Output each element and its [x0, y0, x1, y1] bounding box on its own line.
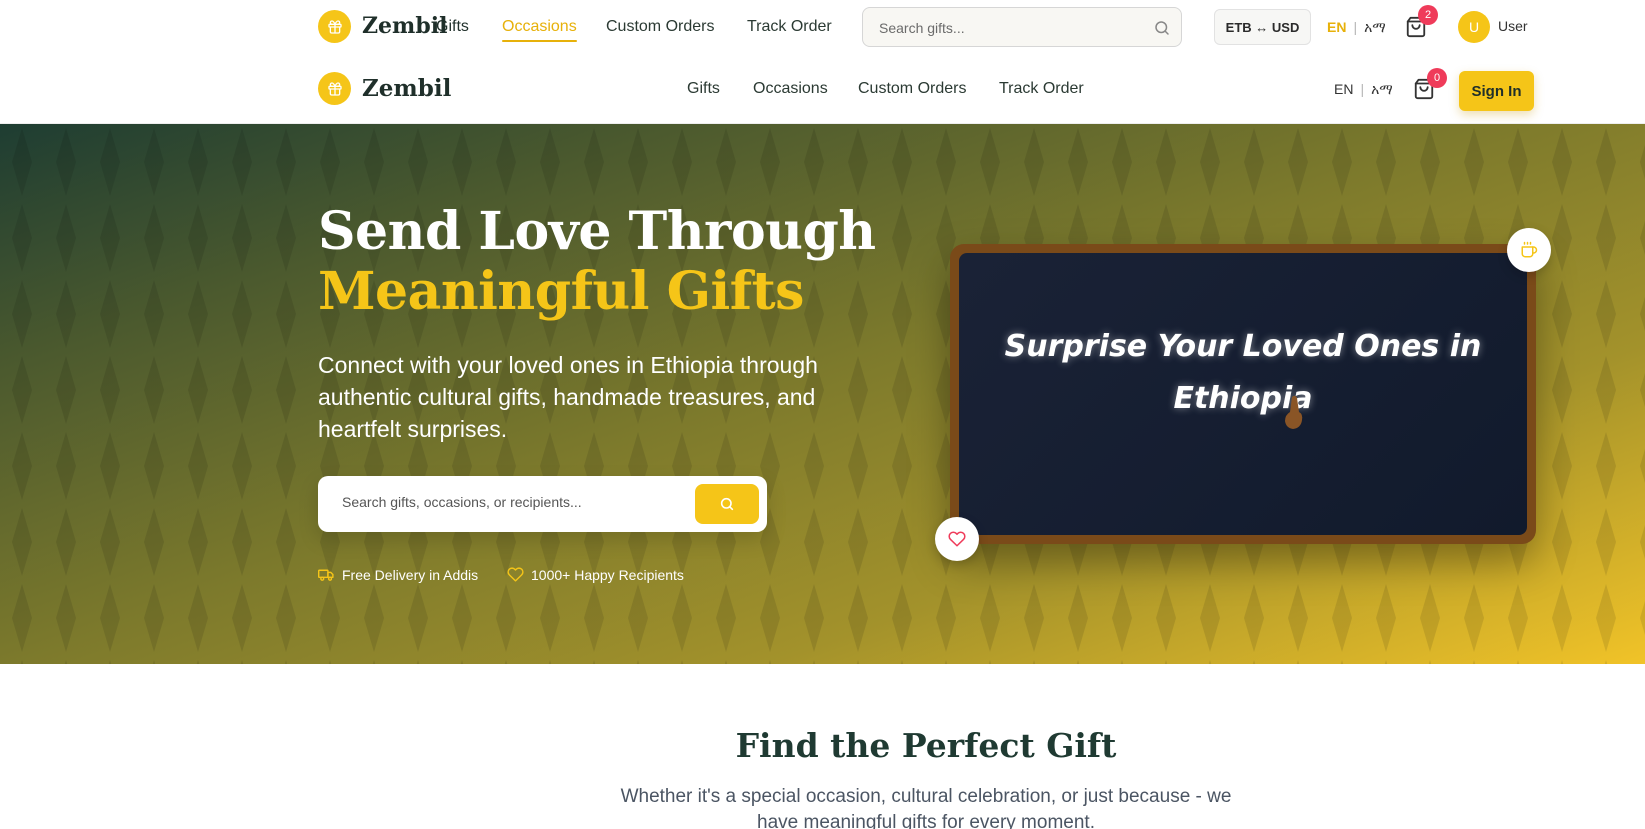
- search-icon[interactable]: [1153, 19, 1171, 37]
- lang-en[interactable]: EN: [1334, 81, 1353, 97]
- favorite-button[interactable]: [935, 517, 979, 561]
- nav-track-order[interactable]: Track Order: [999, 80, 1084, 98]
- currency-toggle[interactable]: ETB ↔ USD: [1214, 9, 1311, 45]
- language-switcher: EN | አማ: [1327, 19, 1386, 36]
- nav-gifts[interactable]: Gifts: [687, 80, 720, 98]
- gift-logo-icon[interactable]: [318, 72, 351, 105]
- hero-banner: Send Love Through Meaningful Gifts Conne…: [0, 124, 1645, 664]
- user-name[interactable]: User: [1498, 18, 1528, 34]
- brand-suffix: Gifts: [436, 18, 469, 35]
- section-subtitle: Whether it's a special occasion, cultura…: [620, 786, 1232, 829]
- hero-subtitle: Connect with your loved ones in Ethiopia…: [318, 352, 818, 442]
- nav-track-order[interactable]: Track Order: [747, 18, 832, 36]
- top-header: Zembil Gifts Occasions Custom Orders Tra…: [0, 0, 1645, 55]
- heart-icon: [507, 567, 524, 582]
- brand-name[interactable]: Zembil: [362, 75, 451, 102]
- perk-delivery: Free Delivery in Addis: [318, 566, 478, 583]
- language-switcher: EN | አማ: [1334, 81, 1393, 98]
- main-header: Zembil Gifts Occasions Custom Orders Tra…: [0, 55, 1645, 124]
- hero-title: Send Love Through Meaningful Gifts: [318, 202, 876, 322]
- hero-title-line1: Send Love Through: [318, 201, 876, 262]
- truck-icon: [318, 569, 334, 581]
- perk-recipients: 1000+ Happy Recipients: [507, 566, 684, 583]
- coffee-button[interactable]: [1507, 228, 1551, 272]
- nav-custom-orders[interactable]: Custom Orders: [606, 18, 714, 36]
- chalkboard-image: Surprise Your Loved Ones in Ethiopia: [950, 244, 1536, 544]
- lang-am[interactable]: አማ: [1364, 19, 1386, 35]
- lang-am[interactable]: አማ: [1371, 81, 1393, 97]
- gift-logo-icon[interactable]: [318, 10, 351, 43]
- section-title: Find the Perfect Gift: [735, 726, 1117, 765]
- hand-icon: [1285, 395, 1303, 429]
- lang-divider: |: [1353, 19, 1358, 35]
- nav-occasions[interactable]: Occasions: [753, 80, 828, 98]
- nav-custom-orders[interactable]: Custom Orders: [858, 80, 966, 98]
- heart-icon: [948, 531, 966, 547]
- cart-count-badge: 0: [1427, 68, 1447, 88]
- hero-search-input[interactable]: [342, 494, 682, 510]
- lang-divider: |: [1360, 81, 1365, 97]
- lang-en[interactable]: EN: [1327, 19, 1346, 35]
- nav-occasions[interactable]: Occasions: [502, 18, 577, 42]
- hero-search-button[interactable]: [695, 484, 759, 524]
- chalkboard-surface: Surprise Your Loved Ones in Ethiopia: [959, 253, 1527, 535]
- header-search: [862, 7, 1182, 47]
- header-search-input[interactable]: [879, 18, 1139, 38]
- coffee-icon: [1521, 241, 1538, 258]
- chalkboard-text: Surprise Your Loved Ones in Ethiopia: [1004, 329, 1482, 416]
- hero-title-line2: Meaningful Gifts: [318, 261, 804, 322]
- hero-search: [318, 476, 767, 532]
- sign-in-button[interactable]: Sign In: [1459, 71, 1534, 111]
- perk-delivery-label: Free Delivery in Addis: [342, 566, 479, 583]
- brand-name[interactable]: Zembil: [362, 13, 447, 39]
- avatar[interactable]: U: [1458, 11, 1490, 43]
- search-icon: [720, 497, 734, 511]
- perk-recipients-label: 1000+ Happy Recipients: [531, 566, 684, 583]
- cart-count-badge: 2: [1418, 5, 1438, 25]
